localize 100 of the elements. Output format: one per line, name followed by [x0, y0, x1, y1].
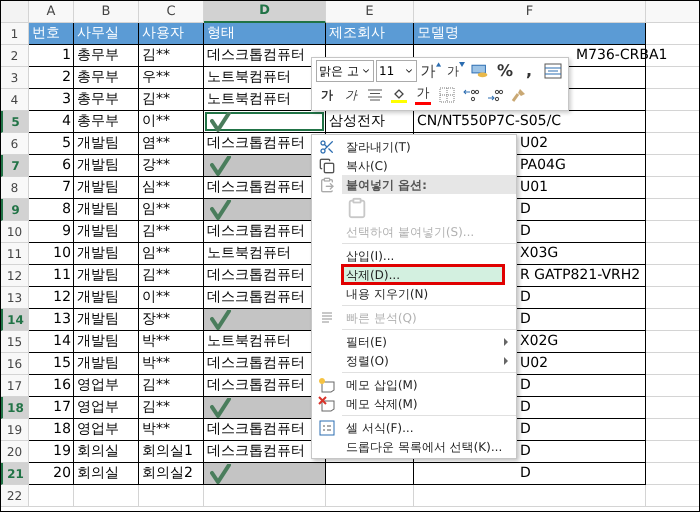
table-cell: 개발팀 — [74, 199, 139, 221]
up-triangle-icon — [436, 62, 441, 67]
column-header[interactable]: E — [326, 1, 414, 23]
table-cell: 2 — [29, 67, 74, 89]
table-cell: 개발팀 — [74, 331, 139, 353]
submenu-arrow-icon — [504, 338, 508, 346]
row-header[interactable]: 17 — [1, 375, 29, 397]
table-cell: 16 — [29, 375, 74, 397]
row-header[interactable]: 11 — [1, 243, 29, 265]
table-cell: 영업부 — [74, 397, 139, 419]
table-cell: 7 — [29, 177, 74, 199]
table-cell: 개발팀 — [74, 243, 139, 265]
row-header[interactable]: 6 — [1, 133, 29, 155]
header-cell: 번호 — [29, 23, 74, 45]
table-cell: 삼성전자 — [326, 111, 414, 133]
row-header[interactable]: 3 — [1, 67, 29, 89]
table-cell: 우** — [139, 67, 204, 89]
table-cell: 개발팀 — [74, 353, 139, 375]
row-header[interactable]: 16 — [1, 353, 29, 375]
row-header[interactable]: 19 — [1, 419, 29, 441]
table-cell: 개발팀 — [74, 133, 139, 155]
table-cell: 개발팀 — [74, 287, 139, 309]
row-header[interactable]: 13 — [1, 287, 29, 309]
table-cell: 15 — [29, 353, 74, 375]
table-cell: 총무부 — [74, 111, 139, 133]
money-icon — [470, 63, 490, 79]
column-header[interactable]: F — [414, 1, 646, 23]
table-cell: 회의실1 — [139, 441, 204, 463]
column-header[interactable]: D — [204, 1, 326, 23]
column-header[interactable]: C — [139, 1, 204, 23]
decimal-icon — [486, 87, 504, 103]
note-add-icon — [318, 376, 336, 392]
table-cell: 13 — [29, 309, 74, 331]
table-cell: 박** — [139, 331, 204, 353]
table-cell: 박** — [139, 353, 204, 375]
italic-button[interactable]: 가 — [340, 84, 362, 106]
table-cell: 김** — [139, 397, 204, 419]
table-cell: 회의실2 — [139, 463, 204, 485]
row-header[interactable]: 5 — [1, 111, 29, 133]
font-color-button[interactable]: 가 — [412, 84, 434, 106]
table-cell: 12 — [29, 287, 74, 309]
table-cell: 김** — [139, 45, 204, 67]
table-cell: 3 — [29, 89, 74, 111]
table-cell: 총무부 — [74, 67, 139, 89]
row-header[interactable]: 22 — [1, 485, 29, 507]
table-cell: 1 — [29, 45, 74, 67]
row-header[interactable]: 14 — [1, 309, 29, 331]
column-header[interactable]: B — [74, 1, 139, 23]
paint-bucket-icon — [392, 88, 406, 100]
note-delete-icon — [318, 396, 336, 412]
table-cell: 임** — [139, 243, 204, 265]
row-header[interactable]: 7 — [1, 155, 29, 177]
table-cell — [29, 485, 74, 507]
row-header[interactable]: 21 — [1, 463, 29, 485]
menu-section-header: 붙여넣기 옵션: — [342, 175, 516, 194]
row-header[interactable]: 4 — [1, 89, 29, 111]
table-cell: 김** — [139, 89, 204, 111]
table-cell: 김** — [139, 265, 204, 287]
table-cell: 개발팀 — [74, 221, 139, 243]
align-center-icon — [367, 89, 383, 101]
submenu-arrow-icon — [504, 356, 508, 364]
table-cell: 8 — [29, 199, 74, 221]
row-header[interactable]: 9 — [1, 199, 29, 221]
table-cell: D — [414, 463, 646, 485]
table-cell: 개발팀 — [74, 177, 139, 199]
borders-icon — [439, 87, 455, 103]
table-cell: 강** — [139, 155, 204, 177]
table-cell: 개발팀 — [74, 155, 139, 177]
row-header[interactable]: 18 — [1, 397, 29, 419]
row-header[interactable]: 10 — [1, 221, 29, 243]
row-header[interactable]: 12 — [1, 265, 29, 287]
table-cell: 개발팀 — [74, 309, 139, 331]
brush-icon — [511, 87, 527, 103]
table-cell: 5 — [29, 133, 74, 155]
table-cell: 김** — [139, 375, 204, 397]
table-cell: 4 — [29, 111, 74, 133]
table-cell: CN/NT550P7C-S05/C — [414, 111, 646, 133]
table-cell: 17 — [29, 397, 74, 419]
row-header[interactable]: 2 — [1, 45, 29, 67]
scissors-icon — [319, 138, 335, 154]
merge-cells-icon — [544, 63, 562, 79]
table-cell: 회의실 — [74, 463, 139, 485]
table-cell: 19 — [29, 441, 74, 463]
table-cell: 회의실 — [74, 441, 139, 463]
table-cell: 개발팀 — [74, 265, 139, 287]
row-header[interactable]: 15 — [1, 331, 29, 353]
row-header[interactable]: 8 — [1, 177, 29, 199]
table-cell: 총무부 — [74, 45, 139, 67]
row-header[interactable]: 1 — [1, 23, 29, 45]
table-cell: 장** — [139, 309, 204, 331]
table-cell: 박** — [139, 419, 204, 441]
table-cell — [139, 485, 204, 507]
column-header[interactable]: A — [29, 1, 74, 23]
menu-item[interactable]: 삭제(D)... — [342, 265, 504, 284]
table-cell: 영업부 — [74, 375, 139, 397]
row-header[interactable]: 20 — [1, 441, 29, 463]
paste-icon — [319, 176, 335, 192]
table-cell: 영업부 — [74, 419, 139, 441]
decimal-icon — [462, 87, 480, 103]
table-cell: 이** — [139, 287, 204, 309]
